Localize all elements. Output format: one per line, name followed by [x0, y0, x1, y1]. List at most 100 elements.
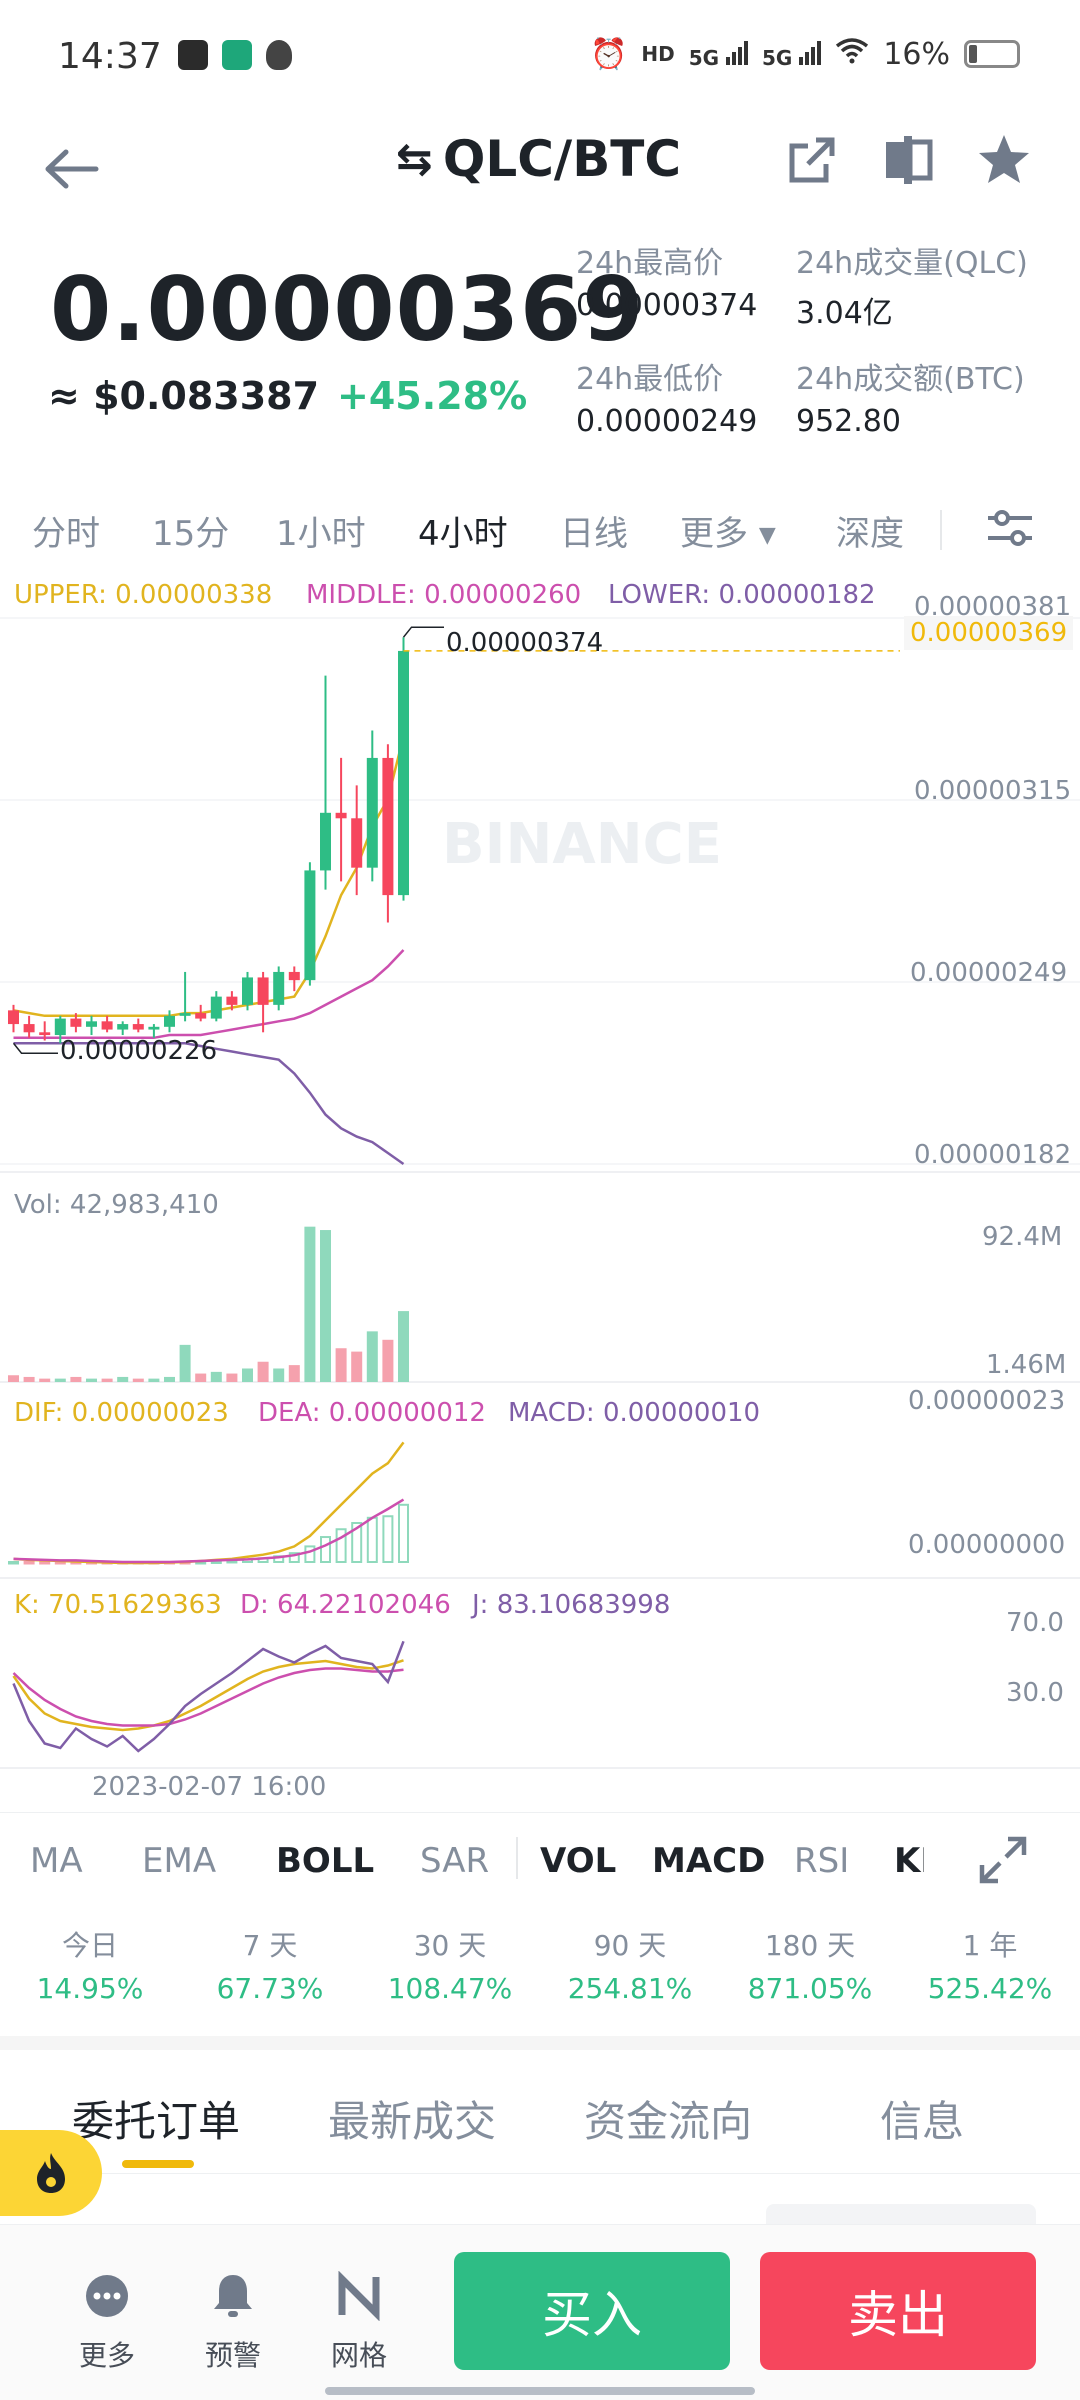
tab-latest-trades[interactable]: 最新成交	[328, 2088, 496, 2149]
current-price-tag: 0.00000369	[904, 616, 1074, 650]
tab-fund-flow[interactable]: 资金流向	[584, 2088, 752, 2149]
high-value: 0.00000374	[576, 288, 758, 323]
candle	[257, 977, 269, 1005]
tab-1h[interactable]: 1小时	[276, 506, 366, 555]
chart-settings-button[interactable]	[984, 502, 1036, 554]
performance-label: 1 年	[962, 1929, 1018, 1962]
sliders-icon	[988, 510, 1032, 546]
volume-bar	[351, 1351, 363, 1382]
low-marker-line	[12, 1042, 58, 1055]
candle	[351, 818, 363, 868]
candle	[366, 757, 378, 868]
tab-4h[interactable]: 4小时	[418, 506, 508, 555]
detail-tabs: 委托订单 最新成交 资金流向 信息	[0, 2050, 1080, 2174]
boll-upper-line	[13, 735, 405, 1018]
tab-time-line[interactable]: 分时	[32, 506, 100, 555]
app-notification-icon	[222, 40, 252, 70]
y-tick-label: 0.00000249	[910, 958, 1068, 988]
fullscreen-button[interactable]	[978, 1835, 1028, 1885]
macd-histogram-bar	[398, 1503, 409, 1563]
indicator-tabs: MA EMA BOLL SAR VOL MACD RSI KI	[0, 1812, 1080, 1900]
kdj-j-line	[12, 1640, 405, 1753]
fire-icon	[37, 2153, 65, 2193]
candle	[148, 1026, 160, 1030]
indicator-tab-vol[interactable]: VOL	[540, 1841, 616, 1881]
candle	[304, 870, 316, 981]
candle	[195, 1013, 207, 1019]
header: ⇆ QLC/BTC	[0, 116, 1080, 226]
candle	[398, 650, 409, 896]
performance-item: 今日 14.95%	[0, 1924, 180, 2005]
x-axis-time-label: 2023-02-07 16:00	[92, 1772, 327, 1802]
grid-button[interactable]: 网格	[314, 2270, 404, 2374]
tab-open-orders[interactable]: 委托订单	[72, 2088, 240, 2149]
app-notification-icon	[178, 40, 208, 70]
candle	[335, 812, 347, 819]
pair-title: QLC/BTC	[442, 130, 682, 188]
bell-icon	[214, 2275, 252, 2317]
sell-button[interactable]: 卖出	[760, 2252, 1036, 2370]
status-bar: 14:37 ⏰ HD 5G 5G 16%	[0, 0, 1080, 116]
tab-1d[interactable]: 日线	[560, 506, 628, 555]
kdj-j-label: J: 83.10683998	[472, 1590, 671, 1620]
candle	[132, 1024, 144, 1030]
hot-floating-button[interactable]	[0, 2130, 102, 2216]
indicator-tab-sar[interactable]: SAR	[420, 1841, 489, 1881]
high-label: 24h最高价	[576, 246, 724, 281]
volume-value: 3.04亿	[796, 296, 893, 331]
macd-histogram-bar	[320, 1536, 331, 1563]
indicator-tab-ma[interactable]: MA	[30, 1841, 83, 1881]
volume-bar	[226, 1373, 238, 1382]
tab-more[interactable]: 更多 ▼	[680, 506, 776, 555]
indicator-tab-ema[interactable]: EMA	[142, 1841, 216, 1881]
kline-chart[interactable]: UPPER: 0.00000338 MIDDLE: 0.00000260 LOW…	[0, 576, 1080, 1812]
more-button[interactable]: 更多	[62, 2271, 152, 2374]
share-button[interactable]	[784, 132, 840, 188]
buy-button[interactable]: 买入	[454, 2252, 730, 2370]
binance-watermark: BINANCE	[442, 812, 722, 877]
tab-info[interactable]: 信息	[880, 2088, 964, 2149]
indicator-tab-macd[interactable]: MACD	[652, 1841, 765, 1881]
volume-bar	[382, 1339, 394, 1382]
home-indicator	[325, 2387, 755, 2395]
performance-item: 30 天 108.47%	[360, 1924, 540, 2005]
performance-label: 180 天	[764, 1929, 856, 1962]
kdj-d-line	[12, 1667, 404, 1727]
indicator-tab-kdj[interactable]: KI	[894, 1841, 924, 1881]
candle	[117, 1024, 129, 1030]
volume-label: 24h成交量(QLC)	[796, 246, 1028, 281]
favorite-button[interactable]	[976, 132, 1032, 188]
battery-percent: 16%	[883, 36, 950, 72]
performance-row: 今日 14.95% 7 天 67.73% 30 天 108.47% 90 天 2…	[0, 1924, 1080, 2014]
indicator-tab-boll[interactable]: BOLL	[276, 1841, 374, 1881]
candle	[242, 977, 253, 1005]
macd-tick: 0.00000000	[908, 1530, 1066, 1560]
tab-depth[interactable]: 深度	[836, 506, 904, 555]
candle	[273, 971, 285, 1005]
macd-histogram-bar	[39, 1561, 51, 1565]
volume-bar	[132, 1378, 144, 1382]
volume-bar	[148, 1378, 160, 1382]
layout-switch-button[interactable]	[880, 132, 936, 188]
star-icon	[979, 135, 1029, 183]
battery-icon	[964, 40, 1020, 68]
pair-selector[interactable]: ⇆ QLC/BTC	[396, 130, 681, 188]
volume-bar	[288, 1365, 300, 1382]
performance-value: 871.05%	[747, 1972, 873, 2005]
divider	[940, 510, 942, 550]
qq-icon	[266, 40, 292, 70]
back-button[interactable]	[42, 144, 102, 194]
more-label: 更多	[78, 2339, 135, 2372]
usd-price: ≈ $0.083387	[48, 374, 320, 418]
alert-button[interactable]: 预警	[188, 2271, 278, 2374]
status-time: 14:37	[58, 36, 162, 77]
low-value: 0.00000249	[576, 404, 758, 439]
candle	[8, 1010, 19, 1025]
candle	[210, 996, 222, 1019]
wifi-icon	[835, 36, 869, 72]
tab-15m[interactable]: 15分	[152, 506, 229, 555]
macd-dea-label: DEA: 0.00000012	[258, 1398, 486, 1428]
indicator-tab-rsi[interactable]: RSI	[794, 1841, 849, 1881]
volume-bar	[398, 1311, 409, 1382]
kdj-tick: 30.0	[1006, 1678, 1064, 1708]
